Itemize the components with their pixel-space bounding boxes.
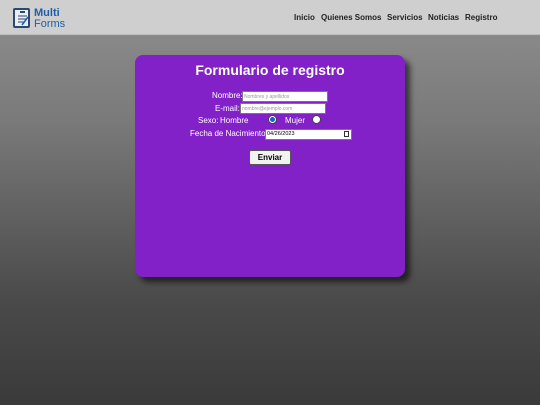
dob-value: 04/26/2023 <box>267 131 295 137</box>
name-input[interactable] <box>242 91 328 102</box>
email-label: E-mail: <box>215 104 240 113</box>
clipboard-icon <box>13 8 30 28</box>
nav-inicio[interactable]: Inicio <box>294 13 315 22</box>
site-header: Multi Forms Inicio Quienes Somos Servici… <box>0 0 540 35</box>
dob-label: Fecha de Nacimiento: <box>190 129 268 138</box>
nav-quienes-somos[interactable]: Quienes Somos <box>321 13 381 22</box>
logo-text-forms: Forms <box>34 18 66 30</box>
dob-date-input[interactable]: 04/26/2023 <box>265 129 352 140</box>
nav-registro[interactable]: Registro <box>465 13 497 22</box>
submit-button[interactable]: Enviar <box>249 150 291 165</box>
sex-row: Sexo: Hombre Mujer <box>135 115 405 126</box>
name-row: Nombre: <box>135 91 405 102</box>
registration-form: Formulario de registro Nombre: E-mail: S… <box>135 55 405 277</box>
nav-servicios[interactable]: Servicios <box>387 13 423 22</box>
calendar-icon[interactable] <box>344 131 349 137</box>
form-title: Formulario de registro <box>195 62 345 78</box>
female-label: Mujer <box>285 116 306 125</box>
male-label: Hombre <box>220 116 249 125</box>
nav-noticias[interactable]: Noticias <box>428 13 459 22</box>
male-radio[interactable] <box>268 115 277 124</box>
sex-label: Sexo: <box>198 116 219 125</box>
email-row: E-mail: <box>135 103 405 114</box>
email-input[interactable] <box>240 103 326 114</box>
dob-row: Fecha de Nacimiento: 04/26/2023 <box>135 128 405 140</box>
female-radio[interactable] <box>312 115 321 124</box>
name-label: Nombre: <box>212 91 243 100</box>
logo[interactable]: Multi Forms <box>13 7 77 32</box>
